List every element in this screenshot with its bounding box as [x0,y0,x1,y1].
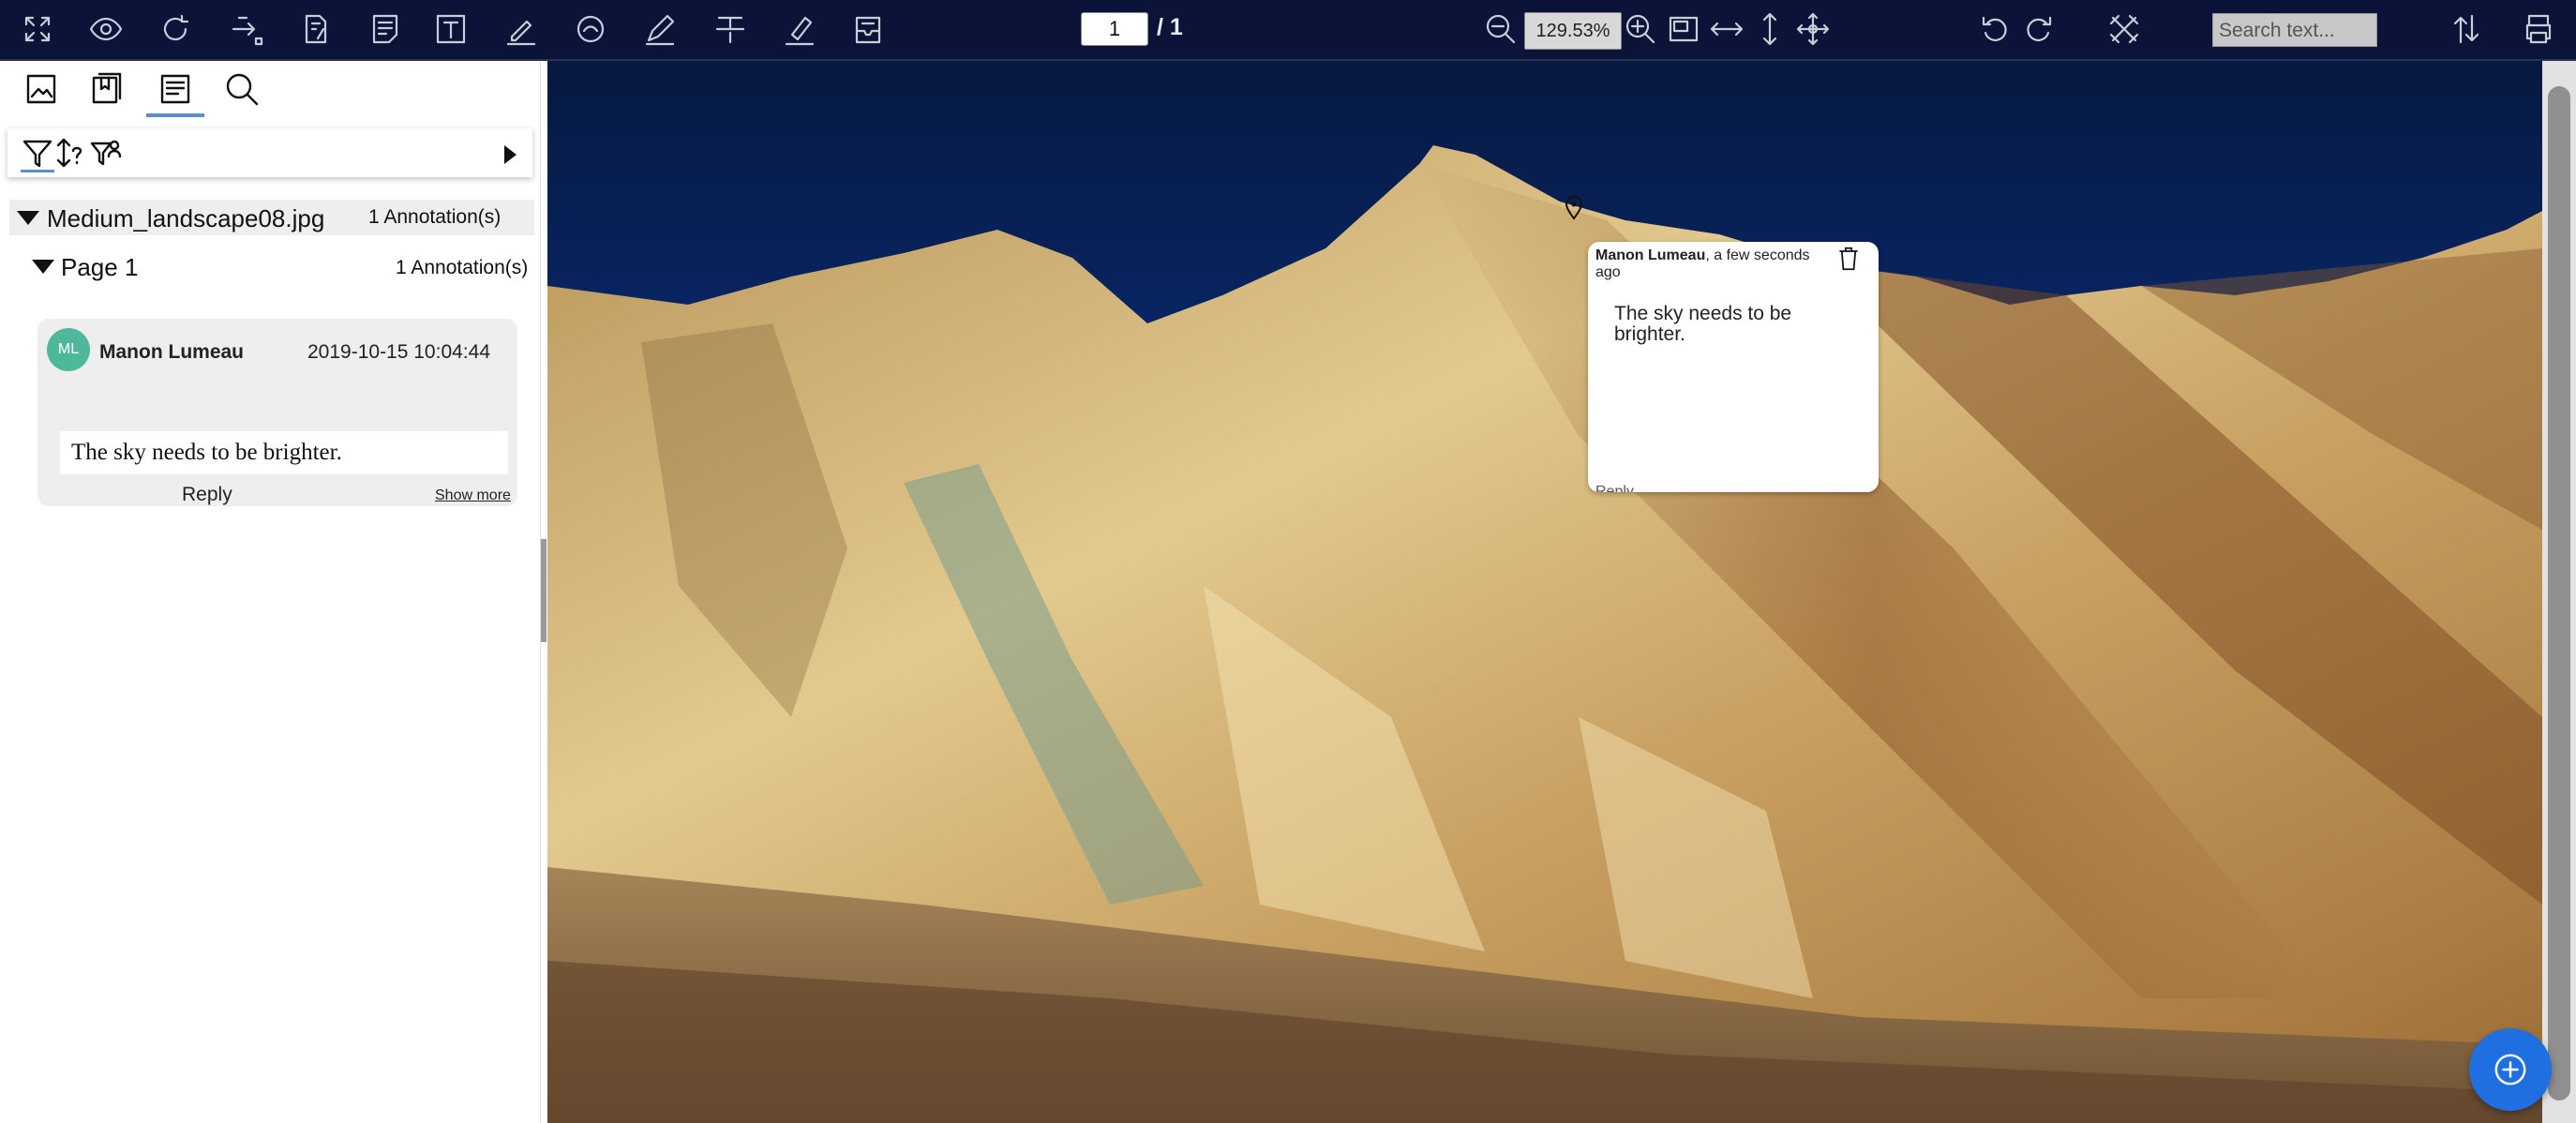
crop-icon[interactable] [2103,7,2146,51]
annotation-card[interactable]: ML Manon Lumeau 2019-10-15 10:04:44 The … [37,319,517,506]
filter-icon[interactable] [21,136,54,170]
collapse-arrow-icon[interactable] [17,211,39,225]
landscape-image [547,61,2542,1123]
inbox-icon[interactable] [846,7,890,51]
annotations-sidebar: Medium_landscape08.jpg 1 Annotation(s) P… [0,61,541,1123]
text-box-icon[interactable] [429,7,472,51]
link-icon[interactable] [225,7,268,51]
annotation-text: The sky needs to be brighter. [60,431,508,474]
circle-arrow-icon[interactable] [569,7,612,51]
zoom-input[interactable]: 129.53% [1524,12,1622,50]
eye-icon[interactable] [84,7,127,51]
search-text-input[interactable]: Search text... [2212,13,2377,47]
plus-circle-icon [2494,1054,2526,1086]
expand-arrow-icon[interactable] [504,145,517,164]
note-icon[interactable] [364,7,407,51]
annotation-date: 2019-10-15 10:04:44 [307,341,490,363]
fit-width-icon[interactable] [1705,7,1748,51]
add-annotation-button[interactable] [2469,1028,2552,1111]
print-icon[interactable] [2517,7,2560,51]
sort-order-icon[interactable] [52,136,86,170]
filter-bar [7,128,532,177]
page-total: / 1 [1157,14,1183,40]
file-name: Medium_landscape08.jpg [47,204,325,232]
sort-icon[interactable] [2445,7,2488,51]
filter-active-indicator [21,170,54,172]
scrollbar-thumb[interactable] [2548,86,2570,1101]
annotation-popup[interactable]: Manon Lumeau, a few seconds ago The sky … [1588,242,1879,492]
panel-resize-handle[interactable] [541,539,547,642]
popup-author: Manon Lumeau [1595,247,1706,263]
trash-icon[interactable] [1834,244,1864,274]
popup-header: Manon Lumeau, a few seconds ago [1595,247,1830,281]
fit-page-icon[interactable] [1662,7,1705,51]
document-viewer[interactable]: Manon Lumeau, a few seconds ago The sky … [547,61,2576,1123]
move-icon[interactable] [1791,7,1835,51]
refresh-icon[interactable] [154,7,197,51]
main-toolbar: 1 / 1 129.53% Search text... [0,0,2576,61]
page-group-row[interactable]: Page 1 1 Annotation(s) [9,248,534,284]
annotation-pin-icon[interactable] [1564,195,1584,221]
fit-height-icon[interactable] [1748,7,1791,51]
pen-icon[interactable] [500,7,543,51]
rotate-left-icon[interactable] [1973,7,2016,51]
page-annotation-count: 1 Annotation(s) [396,257,529,278]
zoom-in-icon[interactable] [1619,7,1662,51]
highlighter-icon[interactable] [778,7,821,51]
rotate-right-icon[interactable] [2017,7,2060,51]
page-name: Page 1 [61,253,139,281]
sidebar-tabs [0,61,540,119]
popup-text: The sky needs to be brighter. [1614,303,1792,345]
page-number-input[interactable]: 1 [1081,12,1148,46]
file-group-row[interactable]: Medium_landscape08.jpg 1 Annotation(s) [9,200,534,235]
active-tab-indicator [146,113,204,117]
zoom-out-icon[interactable] [1479,7,1522,51]
page-edit-icon[interactable] [294,7,337,51]
search-icon[interactable] [217,65,266,113]
file-annotation-count: 1 Annotation(s) [368,206,502,228]
collapse-arrow-icon[interactable] [32,260,54,274]
annotations-icon[interactable] [151,65,200,113]
show-more-link[interactable]: Show more [435,487,511,504]
popup-reply[interactable]: Reply [1595,484,1634,492]
reply-link[interactable]: Reply [182,484,232,506]
strikethrough-icon[interactable] [709,7,752,51]
fullscreen-icon[interactable] [16,7,59,51]
annotation-author: Manon Lumeau [99,341,245,363]
avatar: ML [47,328,90,371]
filter-user-icon[interactable] [90,136,124,170]
pencil-icon[interactable] [638,7,681,51]
thumbnails-icon[interactable] [17,65,66,113]
bookmarks-icon[interactable] [82,65,131,113]
